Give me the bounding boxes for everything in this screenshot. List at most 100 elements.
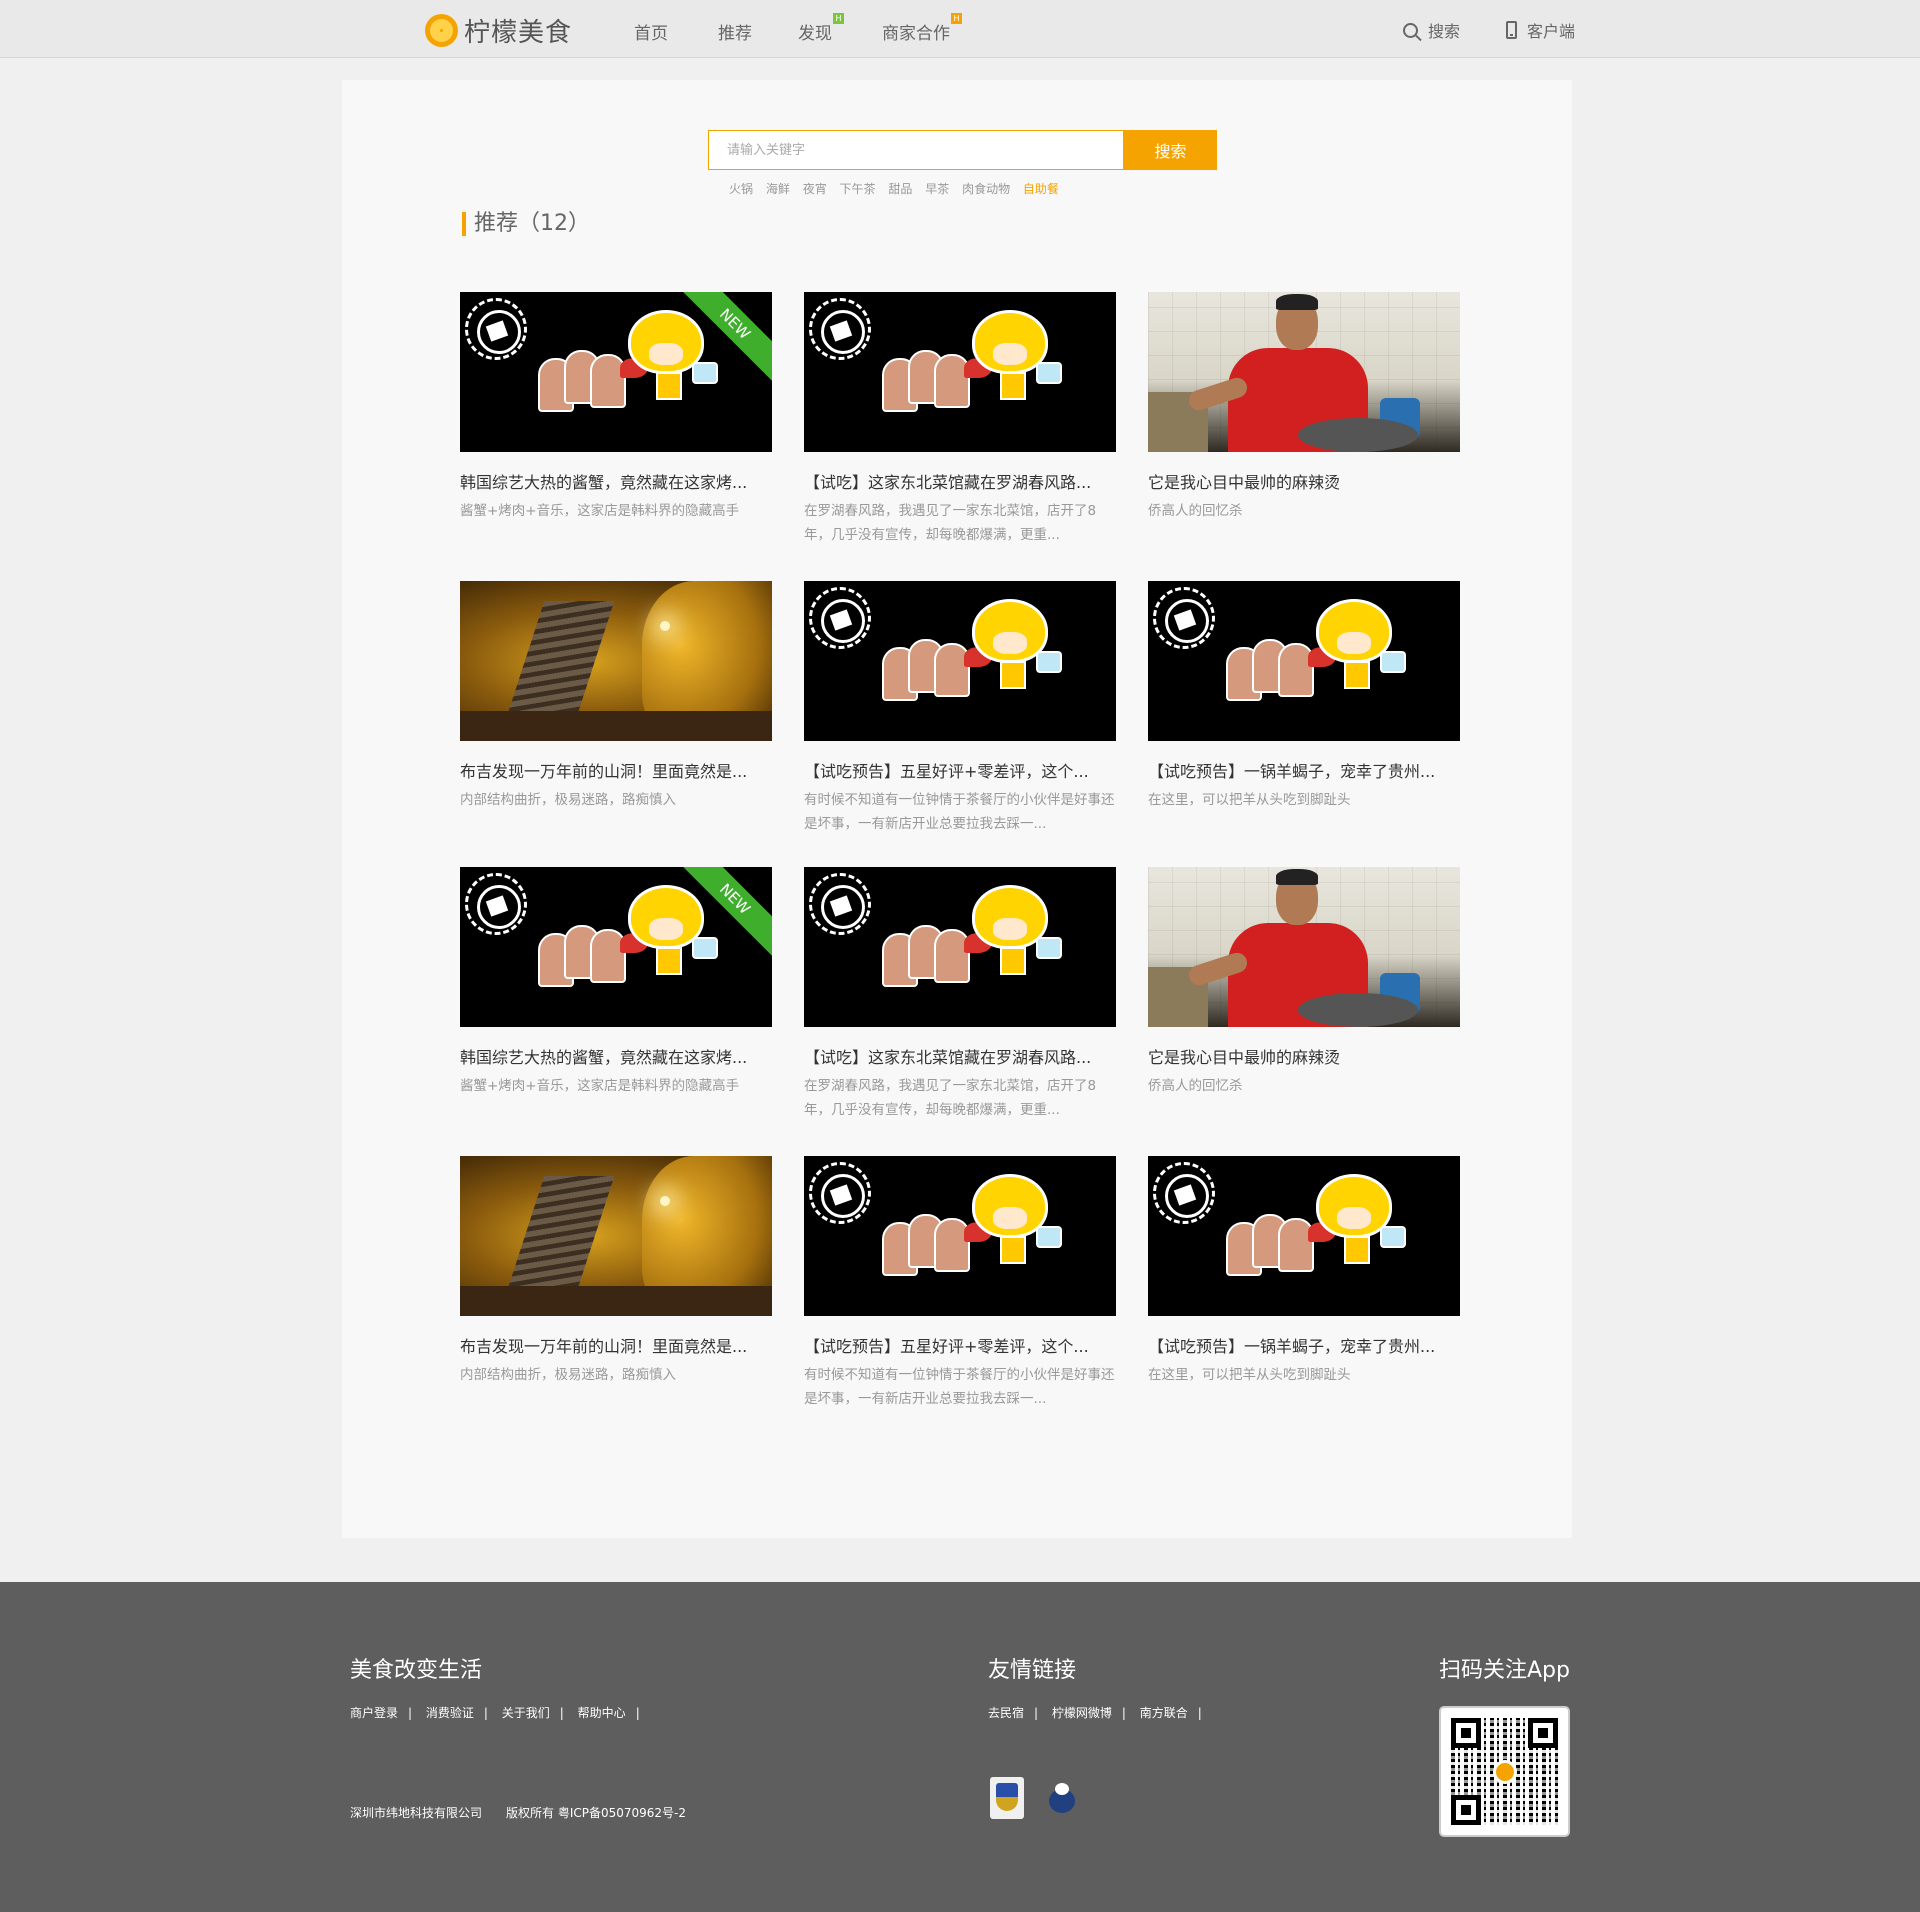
- mascot-fan: [1380, 651, 1406, 673]
- article-summary: 侨高人的回忆杀: [1148, 503, 1243, 519]
- hot-keyword[interactable]: 下午茶: [840, 182, 876, 196]
- article-thumbnail[interactable]: [804, 1156, 1116, 1316]
- article-card[interactable]: 布吉发现一万年前的山洞！里面竟然是... 内部结构曲折，极易迷路，路痴慎入: [460, 1156, 772, 1387]
- article-card[interactable]: NEW 韩国综艺大热的酱蟹，竟然藏在这家烤... 酱蟹+烤肉+音乐，这家店是韩料界的…: [460, 867, 772, 1098]
- article-title[interactable]: 布吉发现一万年前的山洞！里面竟然是...: [460, 1333, 772, 1357]
- mascot-body: [1000, 1236, 1026, 1264]
- article-summary: 酱蟹+烤肉+音乐，这家店是韩料界的隐藏高手: [460, 503, 740, 519]
- article-card[interactable]: 【试吃】这家东北菜馆藏在罗湖春风路... 在罗湖春风路，我遇见了一家东北菜馆，店开…: [804, 292, 1116, 547]
- article-thumbnail[interactable]: [460, 581, 772, 741]
- qr-finder: [1451, 1718, 1481, 1748]
- mascot-figure: [1278, 1218, 1314, 1272]
- article-card[interactable]: 它是我心目中最帅的麻辣烫 侨高人的回忆杀: [1148, 867, 1460, 1098]
- hot-keyword[interactable]: 夜宵: [803, 182, 827, 196]
- hot-keywords: 火锅 海鲜 夜宵 下午茶 甜品 早茶 肉食动物 自助餐: [729, 180, 1068, 197]
- phone-icon: [1506, 21, 1517, 39]
- footer-link-about[interactable]: 关于我们: [502, 1706, 550, 1720]
- app-qr-code: [1439, 1706, 1570, 1837]
- article-thumbnail[interactable]: [804, 867, 1116, 1027]
- badge-stamp-icon: [465, 298, 527, 360]
- nav-merchant-cooperation[interactable]: 商家合作 H: [882, 13, 962, 44]
- badge-stamp-icon: [809, 873, 871, 935]
- client-app-button[interactable]: 客户端: [1506, 18, 1575, 42]
- article-thumbnail[interactable]: NEW: [460, 867, 772, 1027]
- article-thumbnail[interactable]: [1148, 581, 1460, 741]
- mascot-body: [656, 947, 682, 975]
- article-summary: 在罗湖春风路，我遇见了一家东北菜馆，店开了8年，几乎没有宣传，却每晚都爆满，更重…: [804, 503, 1097, 543]
- article-summary: 在这里，可以把羊从头吃到脚趾头: [1148, 1367, 1351, 1383]
- hot-badge: H: [951, 13, 962, 24]
- article-card[interactable]: 它是我心目中最帅的麻辣烫侨高人的回忆杀: [1148, 292, 1460, 523]
- police-badge-icon[interactable]: [1045, 1779, 1079, 1821]
- friend-link[interactable]: 去民宿: [988, 1706, 1024, 1720]
- article-thumbnail[interactable]: NEW: [460, 292, 772, 452]
- lemon-logo-icon: [425, 14, 458, 47]
- mascot-fan: [1036, 651, 1062, 673]
- article-card[interactable]: 布吉发现一万年前的山洞！里面竟然是... 内部结构曲折，极易迷路，路痴慎入: [460, 581, 772, 812]
- lamp: [660, 621, 670, 631]
- article-title[interactable]: 它是我心目中最帅的麻辣烫: [1148, 469, 1460, 493]
- article-thumbnail[interactable]: [460, 1156, 772, 1316]
- keyword-search-button[interactable]: 搜索: [1124, 130, 1217, 170]
- mascot-body: [1000, 372, 1026, 400]
- mascot-body: [1000, 947, 1026, 975]
- article-title[interactable]: 韩国综艺大热的酱蟹，竟然藏在这家烤...: [460, 1044, 772, 1068]
- badge-stamp-icon: [1153, 1162, 1215, 1224]
- article-title[interactable]: 【试吃预告】五星好评+零差评，这个...: [804, 758, 1116, 782]
- article-card[interactable]: 【试吃预告】一锅羊蝎子，宠幸了贵州... 在这里，可以把羊从头吃到脚趾头: [1148, 581, 1460, 812]
- article-card[interactable]: 【试吃预告】五星好评+零差评，这个... 有时候不知道有一位钟情于茶餐厅的小伙伴是…: [804, 1156, 1116, 1411]
- friend-link[interactable]: 柠檬网微博: [1052, 1706, 1112, 1720]
- mascot-figure: [1278, 643, 1314, 697]
- lemon-logo-icon: [1493, 1760, 1517, 1784]
- article-card[interactable]: 【试吃预告】一锅羊蝎子，宠幸了贵州... 在这里，可以把羊从头吃到脚趾头: [1148, 1156, 1460, 1387]
- article-title[interactable]: 【试吃】这家东北菜馆藏在罗湖春风路...: [804, 469, 1116, 493]
- footer-link-help[interactable]: 帮助中心: [578, 1706, 626, 1720]
- certification-badge-icon[interactable]: [990, 1777, 1024, 1819]
- friend-link[interactable]: 南方联合: [1140, 1706, 1188, 1720]
- article-card[interactable]: 【试吃预告】五星好评+零差评，这个... 有时候不知道有一位钟情于茶餐厅的小伙伴是…: [804, 581, 1116, 836]
- article-thumbnail[interactable]: [804, 292, 1116, 452]
- article-card[interactable]: NEW 韩国综艺大热的酱蟹，竟然藏在这家烤... 酱蟹+烤肉+音乐，这家店是韩料界的…: [460, 292, 772, 523]
- article-title[interactable]: 布吉发现一万年前的山洞！里面竟然是...: [460, 758, 772, 782]
- article-title[interactable]: 韩国综艺大热的酱蟹，竟然藏在这家烤...: [460, 469, 772, 493]
- article-title[interactable]: 【试吃预告】五星好评+零差评，这个...: [804, 1333, 1116, 1357]
- nav-home[interactable]: 首页: [634, 19, 668, 44]
- site-footer: 美食改变生活 商户登录 | 消费验证 | 关于我们 | 帮助中心 | 深圳市纬地科技有限…: [0, 1582, 1920, 1912]
- site-logo[interactable]: 柠檬美食: [425, 12, 572, 49]
- hot-keyword[interactable]: 甜品: [888, 182, 912, 196]
- article-title[interactable]: 【试吃】这家东北菜馆藏在罗湖春风路...: [804, 1044, 1116, 1068]
- hot-keyword-highlighted[interactable]: 自助餐: [1023, 182, 1059, 196]
- mascot-figure: [934, 643, 970, 697]
- article-title[interactable]: 【试吃预告】一锅羊蝎子，宠幸了贵州...: [1148, 758, 1460, 782]
- article-title[interactable]: 它是我心目中最帅的麻辣烫: [1148, 1044, 1460, 1068]
- footer-link-verify[interactable]: 消费验证: [426, 1706, 474, 1720]
- mascot-figure: [590, 354, 626, 408]
- wok: [1298, 418, 1418, 452]
- article-thumbnail[interactable]: [1148, 867, 1460, 1027]
- badge-stamp-icon: [465, 873, 527, 935]
- mascot-fan: [1380, 1226, 1406, 1248]
- header-search-button[interactable]: 搜索: [1403, 18, 1460, 42]
- footer-slogan: 美食改变生活: [350, 1658, 483, 1683]
- hot-keyword[interactable]: 早茶: [925, 182, 949, 196]
- cave-floor: [460, 711, 772, 741]
- hot-keyword[interactable]: 海鲜: [766, 182, 790, 196]
- hot-keyword[interactable]: 肉食动物: [962, 182, 1010, 196]
- article-title[interactable]: 【试吃预告】一锅羊蝎子，宠幸了贵州...: [1148, 1333, 1460, 1357]
- nav-recommend[interactable]: 推荐: [718, 19, 752, 44]
- article-thumbnail[interactable]: [1148, 1156, 1460, 1316]
- nav-discover[interactable]: 发现 H: [798, 13, 844, 44]
- keyword-search-input[interactable]: [708, 130, 1124, 170]
- friend-links-title: 友情链接: [988, 1658, 1077, 1683]
- qr-finder: [1528, 1718, 1558, 1748]
- article-thumbnail[interactable]: [804, 581, 1116, 741]
- article-thumbnail[interactable]: [1148, 292, 1460, 452]
- footer-links: 商户登录 | 消费验证 | 关于我们 | 帮助中心 |: [350, 1706, 640, 1720]
- badge-stamp-icon: [1153, 587, 1215, 649]
- article-card[interactable]: 【试吃】这家东北菜馆藏在罗湖春风路... 在罗湖春风路，我遇见了一家东北菜馆，店开…: [804, 867, 1116, 1122]
- article-summary: 有时候不知道有一位钟情于茶餐厅的小伙伴是好事还是坏事，一有新店开业总要拉我去踩一…: [804, 1367, 1115, 1407]
- footer-link-merchant-login[interactable]: 商户登录: [350, 1706, 398, 1720]
- article-summary: 有时候不知道有一位钟情于茶餐厅的小伙伴是好事还是坏事，一有新店开业总要拉我去踩一…: [804, 792, 1115, 832]
- mascot-fan: [1036, 937, 1062, 959]
- hot-keyword[interactable]: 火锅: [729, 182, 753, 196]
